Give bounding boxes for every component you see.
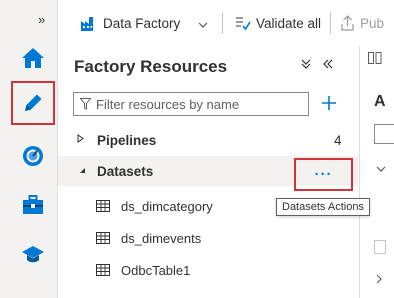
factory-name: Data Factory	[103, 15, 181, 31]
adf-author-screen: » Data Factory Validate all Pub Factory …	[0, 0, 394, 298]
canvas-heading: A	[374, 93, 386, 110]
dataset-name: ds_dimcategory	[121, 198, 213, 214]
expand-nav-icon[interactable]: »	[38, 12, 45, 27]
publish-button[interactable]: Pub	[341, 0, 384, 46]
filter-resources	[73, 92, 309, 116]
table-icon	[96, 200, 110, 212]
add-resource-button[interactable]	[318, 90, 340, 116]
caret-down-icon[interactable]	[77, 166, 86, 177]
nav-manage-button[interactable]	[11, 183, 55, 227]
validate-icon	[236, 17, 251, 31]
factory-selector[interactable]: Data Factory	[80, 0, 208, 46]
authoring-canvas: A	[360, 46, 394, 298]
nav-home-button[interactable]	[11, 36, 55, 80]
pencil-icon	[25, 94, 42, 111]
collapse-all-icon[interactable]	[300, 58, 312, 73]
datasets-actions-button[interactable]: ···	[294, 158, 353, 191]
dataset-item[interactable]: ds_dimevents	[58, 223, 359, 253]
canvas-input[interactable]	[374, 124, 394, 144]
home-icon	[22, 48, 44, 68]
dataset-name: OdbcTable1	[121, 262, 191, 278]
properties-icon[interactable]	[368, 52, 382, 67]
plus-icon	[322, 96, 336, 110]
validate-all-button[interactable]: Validate all	[235, 0, 321, 46]
datasets-actions-tooltip: Datasets Actions	[276, 198, 370, 216]
chevron-down-icon	[198, 16, 208, 31]
panel-title: Factory Resources	[74, 57, 228, 76]
factory-resources-panel: Factory Resources Pipelines 4	[58, 46, 360, 298]
validate-all-label: Validate all	[256, 15, 322, 31]
chevron-down-icon[interactable]	[376, 163, 386, 175]
toolbox-icon	[23, 195, 43, 214]
table-icon	[96, 232, 110, 244]
more-actions-icon: ···	[314, 166, 333, 183]
canvas-widget[interactable]	[374, 240, 386, 254]
tree-node-datasets[interactable]: Datasets ···	[58, 156, 359, 191]
top-toolbar: Data Factory Validate all Pub	[58, 0, 394, 47]
graduation-cap-icon	[22, 246, 44, 263]
table-icon	[96, 264, 110, 276]
tree-node-label: Pipelines	[97, 132, 157, 148]
collapse-panel-icon[interactable]	[322, 58, 334, 73]
nav-learning-button[interactable]	[11, 232, 55, 276]
toolbar-divider	[330, 12, 331, 34]
filter-icon	[80, 98, 91, 110]
publish-icon	[341, 15, 354, 31]
pipelines-count: 4	[334, 132, 342, 148]
toolbar-divider	[222, 12, 223, 34]
publish-label: Pub	[360, 15, 385, 31]
tree-node-label: Datasets	[97, 163, 154, 179]
caret-right-icon[interactable]	[77, 134, 84, 146]
monitor-gauge-icon	[23, 146, 43, 166]
dataset-item[interactable]: OdbcTable1	[58, 255, 359, 285]
chevron-right-icon[interactable]	[376, 274, 382, 287]
tree-node-pipelines[interactable]: Pipelines 4	[58, 125, 359, 155]
nav-monitor-button[interactable]	[11, 134, 55, 178]
filter-resources-input[interactable]	[91, 96, 296, 112]
dataset-name: ds_dimevents	[121, 230, 202, 246]
factory-icon	[81, 16, 93, 31]
nav-author-button[interactable]	[11, 81, 55, 125]
left-nav-rail: »	[0, 0, 58, 298]
